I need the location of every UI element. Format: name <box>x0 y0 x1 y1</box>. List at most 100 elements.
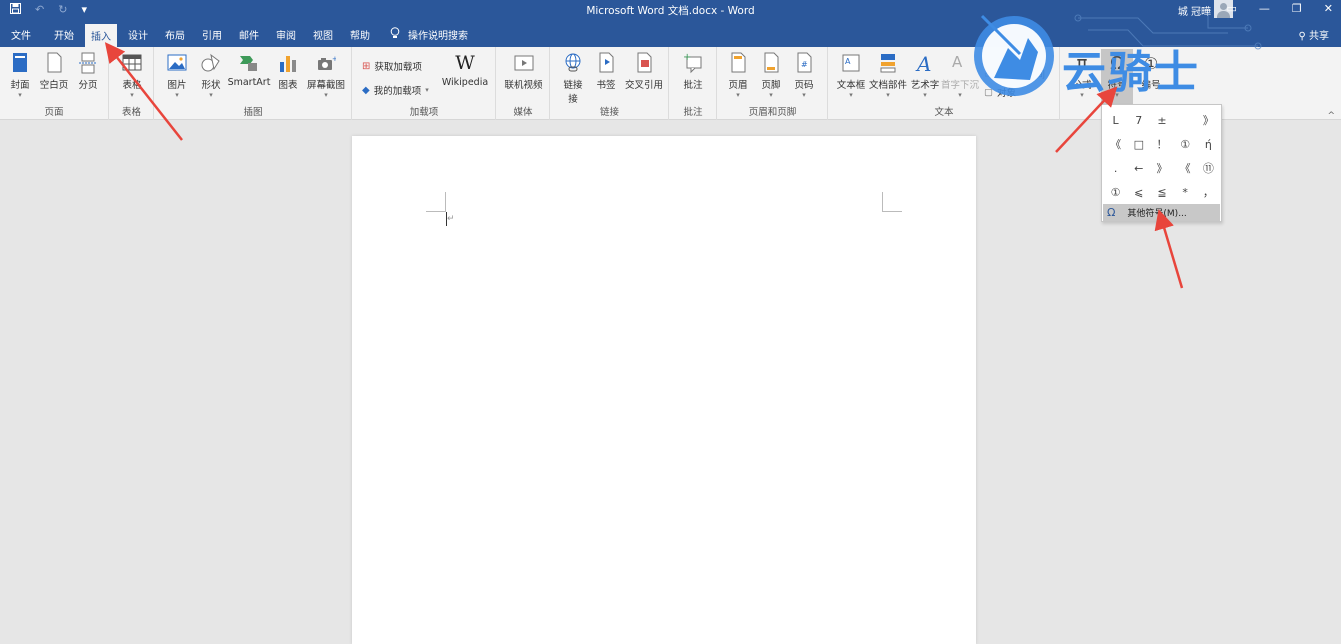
bookmark-button[interactable]: 书签 <box>592 52 620 91</box>
online-video-button[interactable]: 联机视频 <box>501 52 546 91</box>
more-symbols-menu-item[interactable]: Ω 其他符号(M)... <box>1103 204 1220 221</box>
cross-reference-icon <box>637 52 652 73</box>
group-tables-label: 表格 <box>121 107 141 118</box>
group-links: 链接接 书签 交叉引用 链接 <box>551 47 669 120</box>
page-number-icon: # <box>797 52 812 73</box>
chart-button[interactable]: 图表 <box>274 52 302 91</box>
quick-parts-icon <box>880 54 896 73</box>
symbol-cell[interactable]: . <box>1104 157 1127 181</box>
symbol-cell[interactable]: ≦ <box>1150 181 1173 205</box>
blank-page-icon <box>47 52 62 73</box>
symbol-grid: L 7 ± 》 《 □ ！ ① ή . ← 》 《 ⑪ ① ⩽ ≦ * ， <box>1104 109 1220 205</box>
header-icon <box>731 52 746 73</box>
screenshot-button[interactable]: + 屏幕截图 ▾ <box>305 52 347 99</box>
more-symbols-label: 其他符号(M)... <box>1127 209 1187 219</box>
document-page[interactable]: ↵ <box>352 136 976 644</box>
restore-icon[interactable]: ❐ <box>1292 2 1302 15</box>
tell-me-label: 操作说明搜索 <box>408 31 468 42</box>
share-button[interactable]: ⚲ 共享 <box>1298 27 1329 42</box>
chart-icon <box>280 56 296 72</box>
tab-review[interactable]: 审阅 <box>276 27 296 42</box>
tab-layout[interactable]: 布局 <box>165 27 185 42</box>
symbol-dropdown: L 7 ± 》 《 □ ！ ① ή . ← 》 《 ⑪ ① ⩽ ≦ * ， Ω … <box>1101 104 1222 222</box>
symbol-cell[interactable]: * <box>1174 181 1197 205</box>
wikipedia-button[interactable]: W Wikipedia <box>441 52 489 88</box>
shapes-button[interactable]: 形状 ▾ <box>197 52 225 99</box>
svg-text:#: # <box>801 60 808 69</box>
footer-button[interactable]: 页脚 ▾ <box>757 52 785 99</box>
quick-parts-button[interactable]: 文档部件 ▾ <box>869 52 907 99</box>
tab-help[interactable]: 帮助 <box>350 27 370 42</box>
store-icon: ⊞ <box>362 60 371 72</box>
symbol-cell[interactable]: ⑪ <box>1197 157 1220 181</box>
blank-page-button[interactable]: 空白页 <box>37 52 71 91</box>
group-links-label: 链接 <box>599 107 619 118</box>
bookmark-icon <box>599 52 614 73</box>
svg-text:+: + <box>332 55 336 63</box>
camera-icon: + <box>318 55 336 70</box>
group-comments-label: 批注 <box>683 107 703 118</box>
symbol-cell[interactable]: ， <box>1197 181 1220 205</box>
share-label: 共享 <box>1309 31 1329 42</box>
page-break-icon <box>79 52 97 74</box>
symbol-cell[interactable]: □ <box>1127 133 1150 157</box>
symbol-cell[interactable]: ± <box>1150 109 1173 133</box>
symbol-cell[interactable]: ← <box>1127 157 1150 181</box>
omega-icon: Ω <box>1107 206 1116 219</box>
group-addins-label: 加载项 <box>409 107 439 118</box>
comment-icon: + <box>683 52 702 74</box>
wordart-button[interactable]: A 艺术字 ▾ <box>909 52 941 99</box>
get-addins-button[interactable]: ⊞ 获取加载项 <box>362 59 422 74</box>
group-addins: ⊞ 获取加载项 ◆ 我的加载项 ▾ W Wikipedia 加载项 <box>353 47 496 120</box>
page-number-button[interactable]: # 页码 ▾ <box>790 52 818 99</box>
symbol-cell[interactable]: 《 <box>1174 157 1197 181</box>
tab-design[interactable]: 设计 <box>128 27 148 42</box>
tab-references[interactable]: 引用 <box>202 27 222 42</box>
symbol-cell[interactable]: 》 <box>1197 109 1220 133</box>
smartart-button[interactable]: SmartArt <box>227 52 271 88</box>
symbol-cell[interactable]: ① <box>1174 133 1197 157</box>
symbol-cell[interactable]: 《 <box>1104 133 1127 157</box>
person-icon: ⚲ <box>1298 31 1306 42</box>
link-button[interactable]: 链接接 <box>557 52 589 105</box>
comment-button[interactable]: + 批注 <box>678 52 708 91</box>
picture-icon <box>167 54 187 71</box>
shapes-icon <box>201 53 220 72</box>
close-icon[interactable]: ✕ <box>1324 2 1333 15</box>
symbol-cell[interactable]: ⩽ <box>1127 181 1150 205</box>
cover-page-icon <box>13 53 27 72</box>
symbol-cell[interactable]: 》 <box>1150 157 1173 181</box>
paragraph-mark: ↵ <box>447 214 455 224</box>
textbox-button[interactable]: A 文本框 ▾ <box>834 52 868 99</box>
symbol-cell[interactable]: ή <box>1197 133 1220 157</box>
symbol-cell[interactable]: ！ <box>1150 133 1173 157</box>
wordart-icon: A <box>915 52 931 74</box>
cross-reference-button[interactable]: 交叉引用 <box>623 52 665 91</box>
tab-mailings[interactable]: 邮件 <box>239 27 259 42</box>
symbol-cell[interactable]: L <box>1104 109 1127 133</box>
tab-home[interactable]: 开始 <box>54 27 74 42</box>
tab-insert[interactable]: 插入 <box>85 24 117 47</box>
svg-text:A: A <box>845 57 851 66</box>
group-media-label: 媒体 <box>513 107 533 118</box>
tab-view[interactable]: 视图 <box>313 27 333 42</box>
arrow-to-more-symbols <box>1154 209 1184 289</box>
pictures-button[interactable]: 图片 ▾ <box>163 52 191 99</box>
my-addins-button[interactable]: ◆ 我的加载项 ▾ <box>362 83 429 98</box>
page-break-button[interactable]: 分页 <box>74 52 102 91</box>
watermark-text: 云骑士 <box>1062 47 1200 98</box>
cover-page-button[interactable]: 封面 ▾ <box>6 52 34 99</box>
drop-cap-icon: A <box>952 53 963 71</box>
margin-corner-left <box>426 192 446 212</box>
symbol-cell[interactable]: ① <box>1104 181 1127 205</box>
collapse-ribbon-icon[interactable]: ^ <box>1327 111 1335 121</box>
symbol-cell[interactable] <box>1174 109 1197 133</box>
video-icon <box>514 55 533 71</box>
symbol-cell[interactable]: 7 <box>1127 109 1150 133</box>
smartart-icon <box>240 56 257 71</box>
header-button[interactable]: 页眉 ▾ <box>724 52 752 99</box>
table-button[interactable]: 表格 ▾ <box>118 52 146 99</box>
tab-file[interactable]: 文件 <box>11 27 31 42</box>
tell-me-search[interactable]: 操作说明搜索 <box>390 27 468 42</box>
footer-icon <box>764 52 779 73</box>
